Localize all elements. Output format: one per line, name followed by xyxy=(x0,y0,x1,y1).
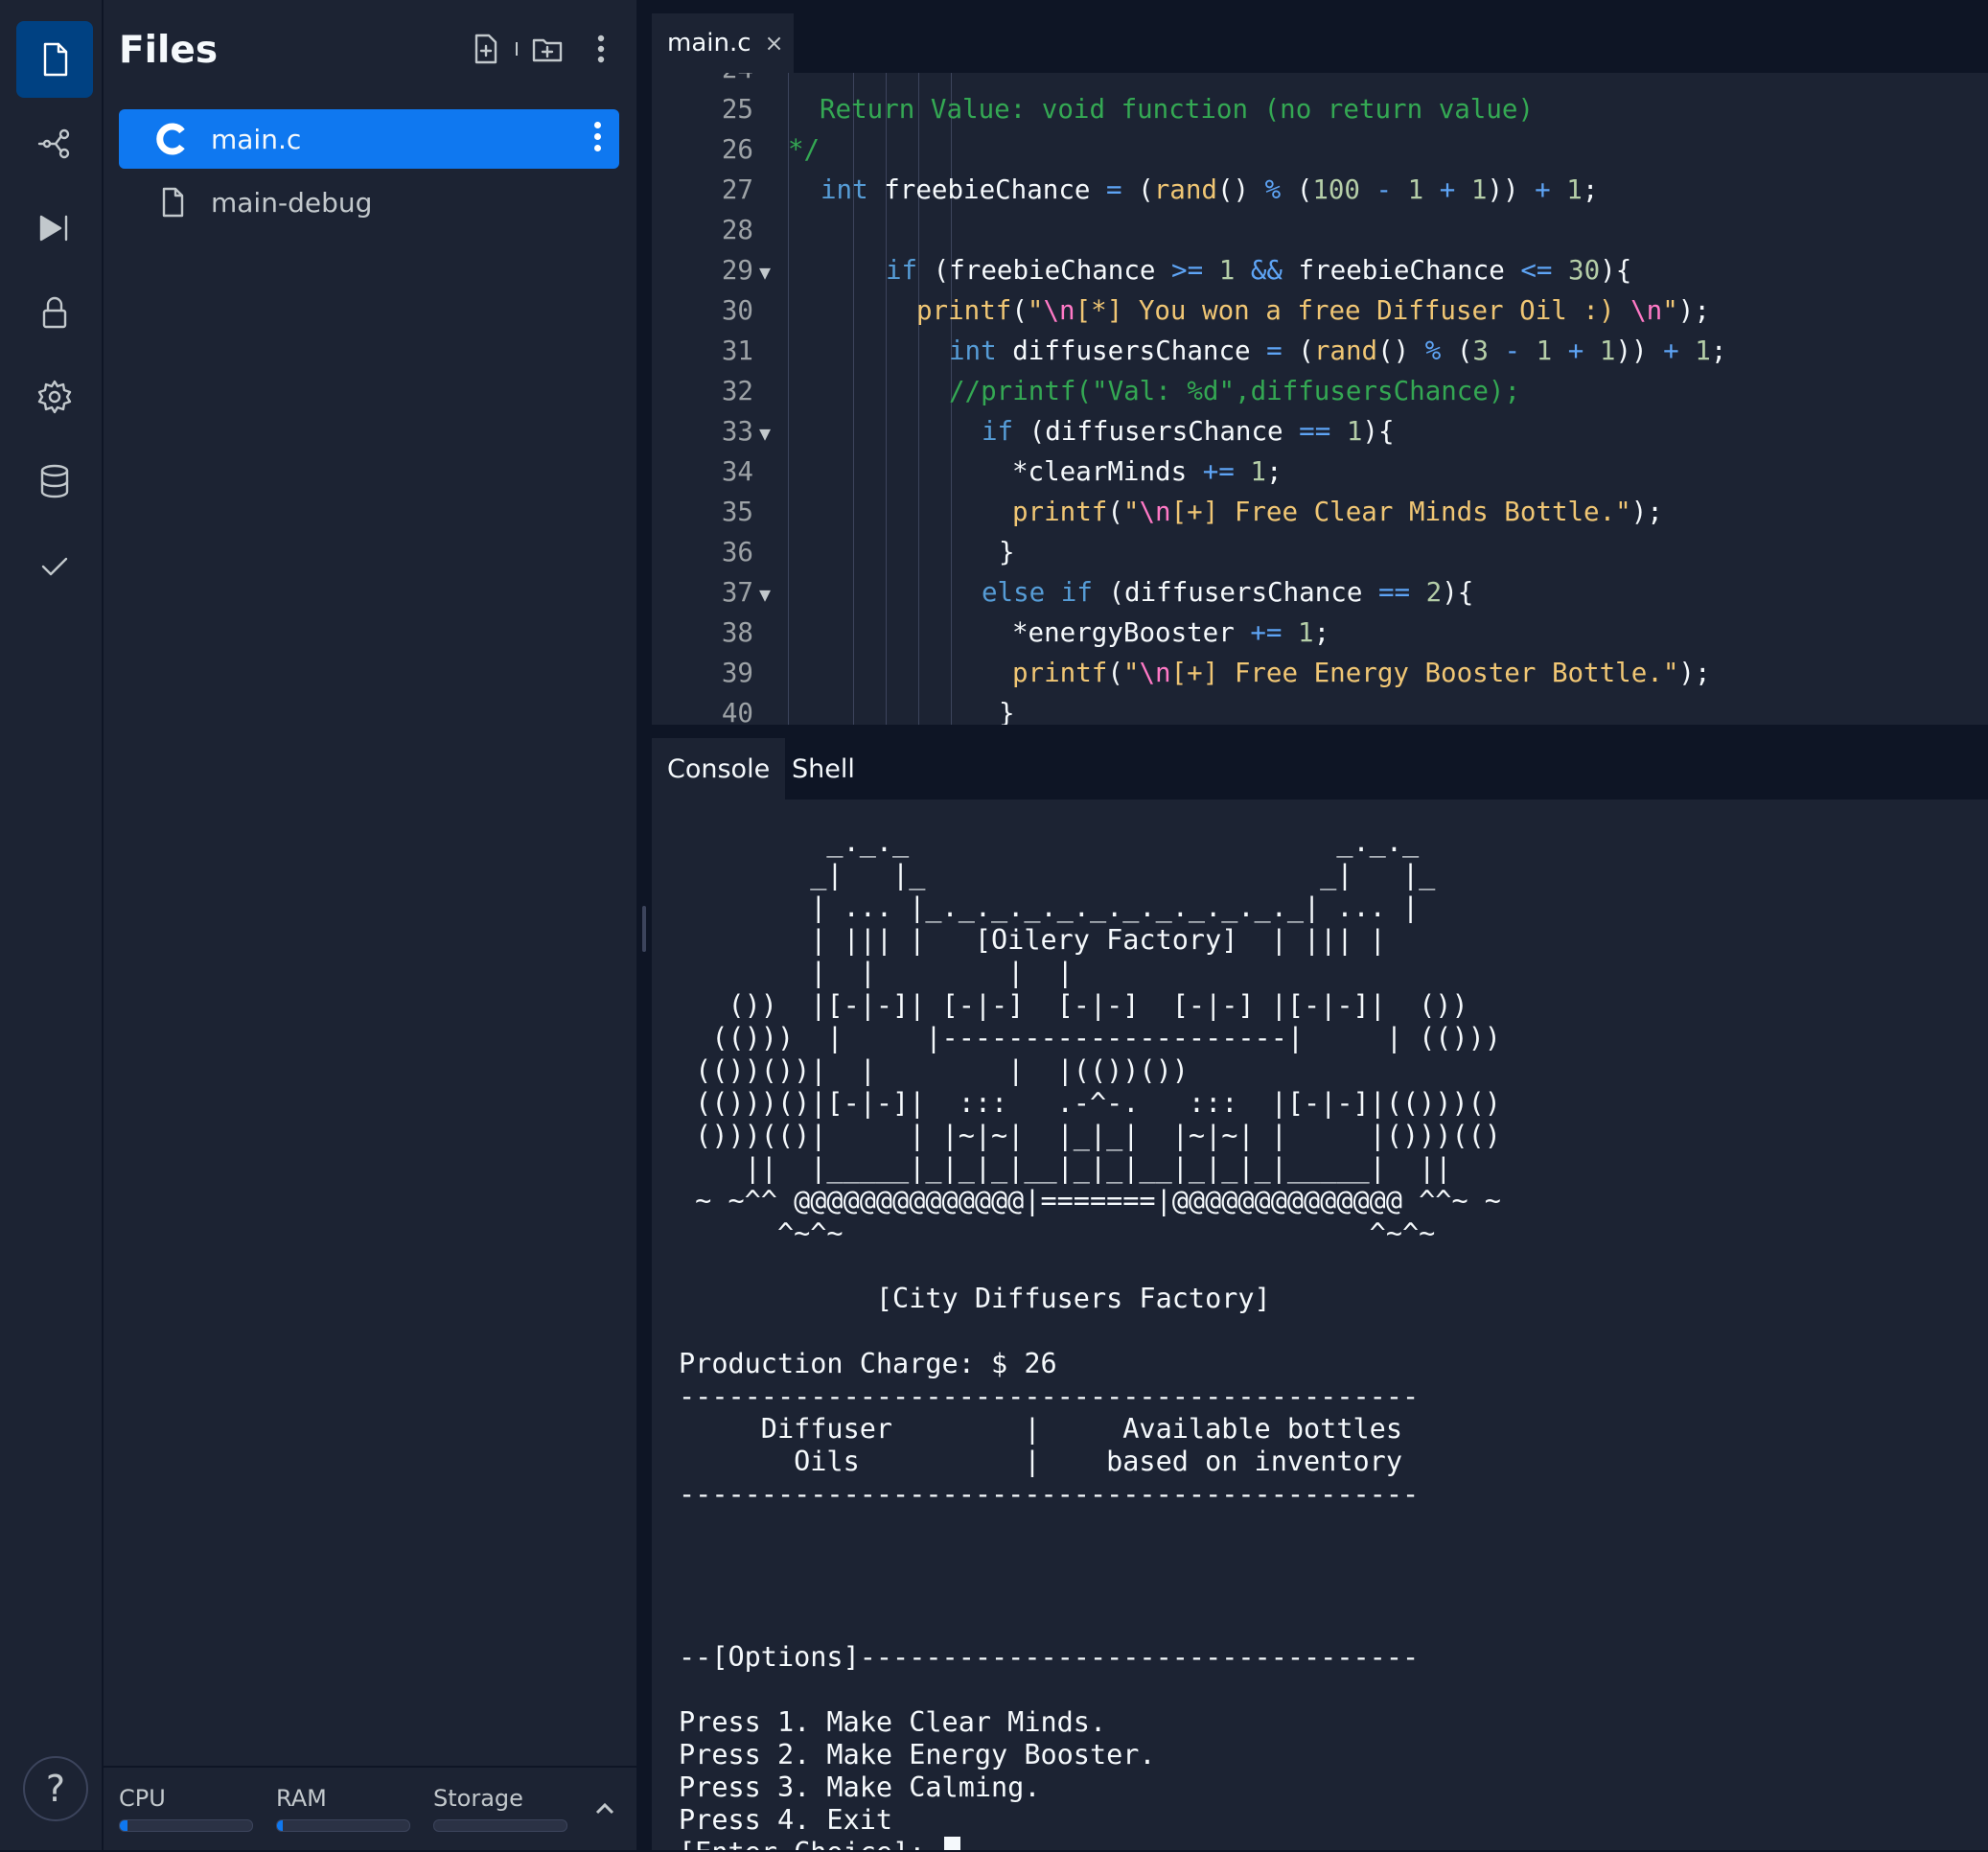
code-line-33: if (diffusersChance == 1){ xyxy=(652,416,1988,456)
code-line-36: } xyxy=(652,537,1988,577)
cpu-label: CPU xyxy=(119,1785,166,1812)
close-icon[interactable]: × xyxy=(765,30,784,57)
console-text: _._._ _._._ _| |_ _| |_ | ... |_._._._._… xyxy=(679,826,1501,1850)
code-line-37: else if (diffusersChance == 2){ xyxy=(652,577,1988,617)
line-number-row: 24 xyxy=(652,73,1988,94)
code-line-31: int diffusersChance = (rand() % (3 - 1 +… xyxy=(652,336,1988,376)
ram-label: RAM xyxy=(276,1785,327,1812)
tab-console[interactable]: Console xyxy=(652,738,786,799)
file-item-main-c[interactable]: main.c xyxy=(119,109,619,169)
file-name: main.c xyxy=(211,123,302,155)
cpu-track xyxy=(119,1819,253,1832)
tab-main-c[interactable]: main.c × xyxy=(652,13,794,73)
code-line-29: if (freebieChance >= 1 && freebieChance … xyxy=(652,255,1988,295)
code-editor[interactable]: 242526272829▼30313233▼34353637▼383940 Re… xyxy=(652,73,1988,725)
help-label: ? xyxy=(45,1768,66,1810)
code-text: } xyxy=(999,698,1015,725)
code-text: *energyBooster += 1; xyxy=(1012,617,1330,648)
files-panel: Files main.c main-debug xyxy=(104,0,636,1850)
code-text: printf("\n[+] Free Energy Booster Bottle… xyxy=(1012,658,1711,688)
text-cursor xyxy=(943,1837,960,1850)
code-line-40: } xyxy=(652,698,1988,725)
check-icon[interactable] xyxy=(16,527,93,604)
run-icon[interactable] xyxy=(16,190,93,266)
files-toolbar xyxy=(470,33,617,65)
code-text: if (freebieChance >= 1 && freebieChance … xyxy=(886,255,1632,286)
database-icon[interactable] xyxy=(16,443,93,520)
panel-resize-handle[interactable] xyxy=(642,906,646,952)
file-menu-icon[interactable] xyxy=(594,122,602,156)
resource-usage: CPU RAM Storage xyxy=(104,1766,636,1852)
console-text-content: _._._ _._._ _| |_ _| |_ | ... |_._._._._… xyxy=(679,826,1501,1850)
files-title: Files xyxy=(119,29,219,72)
code-text: if (diffusersChance == 1){ xyxy=(982,416,1395,447)
code-text: int diffusersChance = (rand() % (3 - 1 +… xyxy=(949,336,1727,366)
comment: //printf("Val: %d",diffusersChance); xyxy=(949,376,1521,406)
toolbar-divider xyxy=(516,42,518,56)
tab-shell[interactable]: Shell xyxy=(776,738,870,799)
code-line-39: printf("\n[+] Free Energy Booster Bottle… xyxy=(652,658,1988,698)
console-output[interactable]: _._._ _._._ _| |_ _| |_ | ... |_._._._._… xyxy=(652,799,1988,1850)
c-language-icon xyxy=(156,123,185,155)
code-line-25: Return Value: void function (no return v… xyxy=(652,94,1988,134)
code-line-34: *clearMinds += 1; xyxy=(652,456,1988,497)
code-line-27: int freebieChance = (rand() % (100 - 1 +… xyxy=(652,174,1988,215)
storage-track xyxy=(433,1819,567,1832)
code-text: *clearMinds += 1; xyxy=(1012,456,1283,487)
file-item-main-debug[interactable]: main-debug xyxy=(119,173,619,232)
cpu-fill xyxy=(120,1820,128,1831)
code-line-32: //printf("Val: %d",diffusersChance); xyxy=(652,376,1988,416)
file-icon xyxy=(162,187,184,218)
ram-fill xyxy=(277,1820,283,1831)
files-icon[interactable] xyxy=(16,21,93,98)
tab-bar-empty xyxy=(794,13,1988,73)
new-file-icon[interactable] xyxy=(470,33,502,65)
ram-meter[interactable]: RAM xyxy=(276,1785,410,1832)
code-text: printf("\n[*] You won a free Diffuser Oi… xyxy=(916,295,1710,326)
more-options-icon[interactable] xyxy=(585,33,617,65)
line-number: 28 xyxy=(721,215,753,245)
help-icon[interactable]: ? xyxy=(23,1756,88,1821)
gear-icon[interactable] xyxy=(16,359,93,435)
code-line-35: printf("\n[+] Free Clear Minds Bottle.")… xyxy=(652,497,1988,537)
code-text: printf("\n[+] Free Clear Minds Bottle.")… xyxy=(1012,497,1663,527)
comment: Return Value: void function (no return v… xyxy=(820,94,1535,125)
code-line-38: *energyBooster += 1; xyxy=(652,617,1988,658)
tab-label: Shell xyxy=(792,753,855,784)
activity-rail: ? xyxy=(0,0,104,1850)
git-icon[interactable] xyxy=(16,105,93,182)
line-number-row: 28 xyxy=(652,215,1988,255)
code-text: int freebieChance = (rand() % (100 - 1 +… xyxy=(821,174,1599,205)
lock-icon[interactable] xyxy=(16,274,93,351)
storage-meter[interactable]: Storage xyxy=(433,1785,567,1832)
code-line-30: printf("\n[*] You won a free Diffuser Oi… xyxy=(652,295,1988,336)
console-tab-bar: Console Shell xyxy=(652,738,1988,799)
comment: */ xyxy=(788,134,821,165)
chevron-up-icon[interactable] xyxy=(592,1796,617,1821)
tab-label: Console xyxy=(667,753,771,784)
file-name: main-debug xyxy=(211,186,373,219)
code-text: } xyxy=(999,537,1015,567)
code-text: else if (diffusersChance == 2){ xyxy=(982,577,1474,608)
storage-label: Storage xyxy=(433,1785,523,1812)
new-folder-icon[interactable] xyxy=(531,33,564,65)
ram-track xyxy=(276,1819,410,1832)
line-number: 24 xyxy=(652,73,753,84)
cpu-meter[interactable]: CPU xyxy=(119,1785,253,1832)
tab-label: main.c xyxy=(667,29,751,58)
code-line-26: */ xyxy=(652,134,1988,174)
